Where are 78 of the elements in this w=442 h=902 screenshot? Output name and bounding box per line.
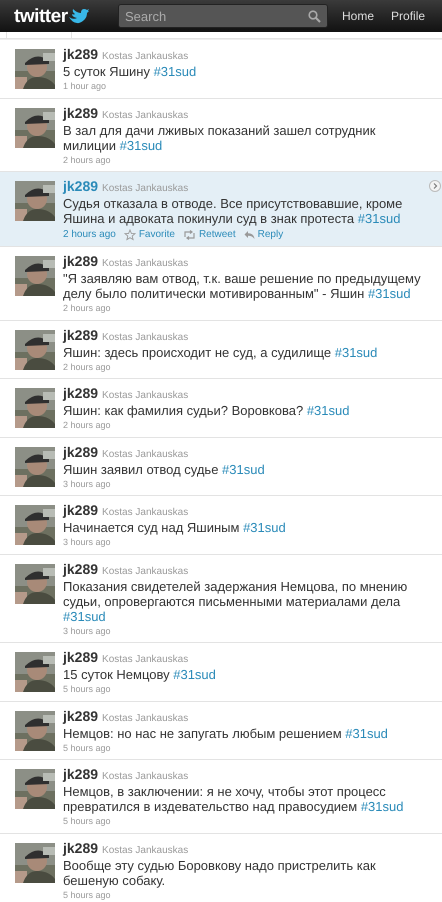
tweet-text: Немцов: но нас не запугать любым решением #31sud xyxy=(63,726,388,740)
timestamp[interactable]: 3 hours ago xyxy=(63,478,111,491)
search-bar[interactable]: Search xyxy=(118,4,328,28)
hashtag-link[interactable]: #31sud xyxy=(306,403,350,418)
timestamp[interactable]: 3 hours ago xyxy=(63,624,111,638)
search-icon[interactable] xyxy=(308,10,321,22)
timestamp[interactable]: 2 hours ago xyxy=(63,419,111,432)
action-link[interactable]: Reply xyxy=(244,227,284,242)
nav-link[interactable]: Home xyxy=(342,7,374,25)
hashtag-link[interactable]: #31sud xyxy=(63,608,106,624)
username[interactable]: jk289 xyxy=(63,106,98,120)
full-name: Kostas Jankauskas xyxy=(102,506,188,520)
action-link[interactable]: Favorite xyxy=(124,227,175,242)
nav-link[interactable]: Profile xyxy=(391,7,426,25)
tweet-text: Яшин: как фамилия судьи? Воровкова? #31sud xyxy=(63,403,350,418)
full-name: Kostas Jankauskas xyxy=(102,844,188,858)
tweet-text: Вообще эту судью Боровкову надо пристрелить как бешеную собаку. xyxy=(63,858,377,888)
timestamp[interactable]: 2 hours ago xyxy=(63,227,116,242)
full-name: Kostas Jankauskas xyxy=(102,330,188,344)
username[interactable]: jk289 xyxy=(63,503,98,518)
hashtag-link[interactable]: #31sud xyxy=(358,211,400,226)
full-name: Kostas Jankauskas xyxy=(102,448,188,462)
retweet-icon xyxy=(182,230,196,240)
hashtag-link[interactable]: #31sud xyxy=(334,344,378,360)
username[interactable]: jk289 xyxy=(63,179,98,194)
username[interactable]: jk289 xyxy=(63,47,98,62)
username[interactable]: jk289 xyxy=(63,254,98,269)
timestamp[interactable]: 5 hours ago xyxy=(63,815,111,828)
full-name: Kostas Jankauskas xyxy=(102,50,188,64)
tweet-text: 15 суток Немцову #31sud xyxy=(63,667,216,682)
logo-text[interactable]: twitter xyxy=(14,6,68,26)
username[interactable]: jk289 xyxy=(63,386,98,401)
full-name: Kostas Jankauskas xyxy=(102,770,188,784)
full-name: Kostas Jankauskas xyxy=(102,108,188,122)
hashtag-link[interactable]: #31sud xyxy=(345,726,388,740)
expand-icon[interactable] xyxy=(429,180,441,192)
username[interactable]: jk289 xyxy=(63,650,98,665)
timestamp[interactable]: 5 hours ago xyxy=(63,742,111,755)
tweet-text: Начинается суд над Яшиным #31sud xyxy=(63,520,286,535)
hashtag-link[interactable]: #31sud xyxy=(120,138,162,152)
tweet-text: Яшин заявил отвод судье #31sud xyxy=(63,462,265,476)
full-name: Kostas Jankauskas xyxy=(102,653,188,667)
timestamp[interactable]: 2 hours ago xyxy=(63,302,111,316)
timestamp[interactable]: 2 hours ago xyxy=(63,360,111,374)
hashtag-link[interactable]: #31sud xyxy=(173,667,216,682)
timestamp[interactable]: 1 hour ago xyxy=(63,80,106,94)
timestamp[interactable]: 5 hours ago xyxy=(63,683,111,696)
username[interactable]: jk289 xyxy=(63,562,98,576)
username[interactable]: jk289 xyxy=(63,708,98,724)
full-name: Kostas Jankauskas xyxy=(102,564,188,578)
action-link[interactable]: Retweet xyxy=(182,227,236,242)
username[interactable]: jk289 xyxy=(63,444,98,460)
tweet-text: 5 суток Яшину #31sud xyxy=(63,64,196,79)
username[interactable]: jk289 xyxy=(63,840,98,856)
full-name: Kostas Jankauskas xyxy=(102,182,188,196)
full-name: Kostas Jankauskas xyxy=(102,712,188,726)
tweet-text: "Я заявляю вам отвод, т.к. ваше решение по предыдущему делу было политически мотивированным" - Яшин #31sud xyxy=(63,271,422,301)
hashtag-link[interactable]: #31sud xyxy=(243,520,286,535)
hashtag-link[interactable]: #31sud xyxy=(368,286,411,301)
hashtag-link[interactable]: #31sud xyxy=(222,462,265,476)
reply-icon xyxy=(244,230,255,240)
tweet-text: Показания свидетелей задержания Немцова, по мнению судьи, опровергаются письменными материалами дела #31sud xyxy=(63,578,408,624)
username[interactable]: jk289 xyxy=(63,767,98,782)
tweet-text: Яшин: здесь происходит не суд, а судилище #31sud xyxy=(63,344,378,360)
timestamp[interactable]: 3 hours ago xyxy=(63,536,111,550)
timestamp[interactable]: 5 hours ago xyxy=(63,888,111,902)
bird-icon xyxy=(68,8,89,24)
tweet-text: Судья отказала в отводе. Все присутствовавшие, кроме Яшина и адвоката покинули суд в знак протеста #31sud xyxy=(63,196,404,226)
username[interactable]: jk289 xyxy=(63,328,98,342)
tweet-text: В зал для дачи лживых показаний зашел сотрудник милиции #31sud xyxy=(63,122,376,152)
star-icon xyxy=(124,228,136,240)
full-name: Kostas Jankauskas xyxy=(102,257,188,271)
search-field[interactable]: Search xyxy=(119,5,308,27)
timestamp[interactable]: 2 hours ago xyxy=(63,154,111,167)
hashtag-link[interactable]: #31sud xyxy=(360,799,404,814)
hashtag-link[interactable]: #31sud xyxy=(154,64,196,79)
tweet-text: Немцов, в заключении: я не хочу, чтобы этот процесс превратился в издевательство над правосудием #31sud xyxy=(63,784,404,814)
full-name: Kostas Jankauskas xyxy=(102,389,188,403)
